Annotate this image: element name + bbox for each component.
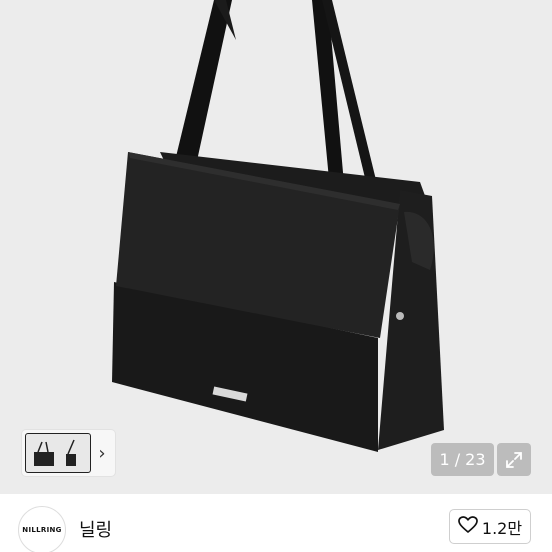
shop-avatar[interactable]: NILLRING <box>18 506 66 552</box>
chevron-right-icon[interactable]: › <box>91 443 113 464</box>
handbag-photo <box>112 0 444 452</box>
image-counter: 1 / 23 <box>431 443 494 476</box>
heart-outline-icon <box>458 515 478 538</box>
shop-bar: NILLRING 닐링 1.2만 <box>0 494 552 552</box>
expand-icon[interactable] <box>497 443 531 476</box>
shop-logo-text: NILLRING <box>22 526 62 534</box>
product-image[interactable]: › 1 / 23 <box>0 0 552 494</box>
shop-name[interactable]: 닐링 <box>79 516 112 542</box>
like-button[interactable]: 1.2만 <box>449 509 531 544</box>
thumbnail-active[interactable] <box>25 433 91 473</box>
thumbnail-strip: › <box>22 430 115 476</box>
like-count: 1.2만 <box>481 518 523 538</box>
